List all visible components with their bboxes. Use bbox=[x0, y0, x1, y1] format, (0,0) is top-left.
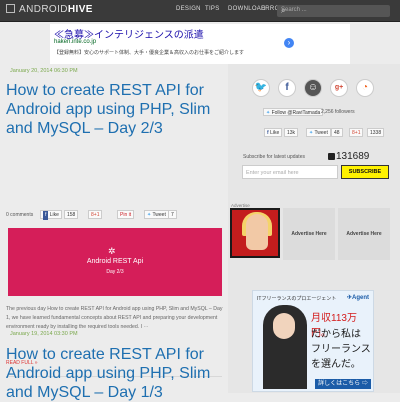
main-content: January 20, 2014 06:30 PM How to create … bbox=[0, 64, 228, 401]
post-excerpt: The previous day How to create REST API … bbox=[6, 306, 223, 330]
subscribe-label: Subscribe for latest updates bbox=[243, 154, 305, 160]
side-ad-line: だから私は bbox=[311, 329, 361, 340]
avatar-icon[interactable]: ☺ bbox=[304, 79, 322, 97]
facebook-icon[interactable]: f bbox=[278, 79, 296, 97]
rss-icon[interactable]: ◔ bbox=[356, 79, 374, 97]
side-ad-line: を選んだ。 bbox=[311, 359, 361, 370]
follow-button[interactable]: ✦ Follow @RaviTamada bbox=[263, 108, 324, 116]
tweet-button[interactable]: ✦ Tweet bbox=[144, 210, 169, 219]
advertise-here-slot[interactable]: Advertise Here bbox=[338, 208, 390, 260]
twitter-icon[interactable]: 🐦 bbox=[252, 79, 270, 97]
like-count: 158 bbox=[64, 210, 79, 219]
comment-count[interactable]: 0 comments bbox=[6, 212, 33, 218]
nav-design[interactable]: DESIGN bbox=[176, 6, 201, 12]
post-title[interactable]: How to create REST API for Android app u… bbox=[6, 345, 226, 402]
pinterest-button[interactable]: Pin it bbox=[117, 210, 135, 219]
chevron-right-icon[interactable]: › bbox=[284, 38, 294, 48]
android-gear-icon: ✲ bbox=[108, 246, 116, 256]
twitter-icon: ✦ bbox=[147, 212, 152, 218]
sidebar: 🐦 f ☺ g+ ◔ ✦ Follow @RaviTamada 2,256 fo… bbox=[228, 64, 400, 393]
ad-figure-face bbox=[246, 214, 268, 250]
side-ad-brand: ✈Agent bbox=[346, 295, 369, 301]
facebook-icon: f bbox=[267, 130, 269, 136]
subscribe-button[interactable]: SUBSCRIBE bbox=[341, 165, 389, 179]
googleplus-count: 1338 bbox=[367, 128, 385, 137]
advertise-here-slot[interactable]: Advertise Here bbox=[283, 208, 335, 260]
post-banner-image[interactable]: ✲ Android REST Api Day 2/3 bbox=[8, 228, 222, 296]
search-icon[interactable]: ⌕ bbox=[281, 6, 387, 16]
top-navigation-bar: ANDROIDHIVE DESIGN TIPS DOWNLOAD ERRORS … bbox=[0, 0, 400, 22]
search-input[interactable]: Search ... ⌕ bbox=[277, 5, 390, 17]
post-title[interactable]: How to create REST API for Android app u… bbox=[6, 81, 226, 138]
side-ad-header: ITフリーランスのプロエージェント bbox=[257, 296, 337, 302]
ad-description: 【登録無料】安心のサポート体制、大手・優良企業＆高収入のお仕事をご紹介します bbox=[54, 50, 245, 56]
logo-icon bbox=[6, 4, 15, 13]
follower-count: 2,256 followers bbox=[321, 109, 355, 115]
subscriber-count: 131689 bbox=[336, 151, 370, 162]
twitter-icon: ✦ bbox=[309, 130, 314, 136]
ad-person-face bbox=[273, 313, 295, 339]
top-ad-banner[interactable]: ≪急募≫インテリジェンスの派遣 haken.inte.co.jp 【登録無料】安… bbox=[50, 24, 350, 64]
tweet-count: 7 bbox=[168, 210, 177, 219]
tweet-button[interactable]: ✦ Tweet bbox=[306, 128, 331, 137]
like-count: 13k bbox=[284, 128, 299, 137]
tweet-count: 48 bbox=[331, 128, 343, 137]
post-date: January 19, 2014 03:30 PM bbox=[10, 331, 78, 337]
googleplus-button[interactable]: 8+1 bbox=[88, 210, 103, 219]
side-ad-banner[interactable]: ITフリーランスのプロエージェント ✈Agent 月収113万円。 だから私は … bbox=[252, 290, 374, 392]
side-ad-line: フリーランス bbox=[311, 344, 371, 355]
googleplus-button[interactable]: 8+1 bbox=[349, 128, 364, 137]
rss-icon bbox=[328, 153, 335, 160]
facebook-like-button[interactable]: f Like bbox=[40, 210, 62, 220]
email-field[interactable]: Enter your email here bbox=[242, 165, 338, 179]
googleplus-icon[interactable]: g+ bbox=[330, 79, 348, 97]
site-logo[interactable]: ANDROIDHIVE bbox=[6, 4, 93, 15]
ad-url[interactable]: haken.inte.co.jp bbox=[54, 39, 96, 45]
side-ad-cta-button[interactable]: 詳しくはこちら ⇨ bbox=[315, 379, 371, 389]
facebook-icon: f bbox=[43, 211, 49, 220]
post-date: January 20, 2014 06:30 PM bbox=[10, 68, 78, 74]
facebook-like-button[interactable]: f Like bbox=[264, 128, 283, 137]
twitter-icon: ✦ bbox=[266, 110, 271, 116]
advertisement-image[interactable] bbox=[230, 208, 280, 258]
nav-tips[interactable]: TIPS bbox=[205, 6, 220, 12]
